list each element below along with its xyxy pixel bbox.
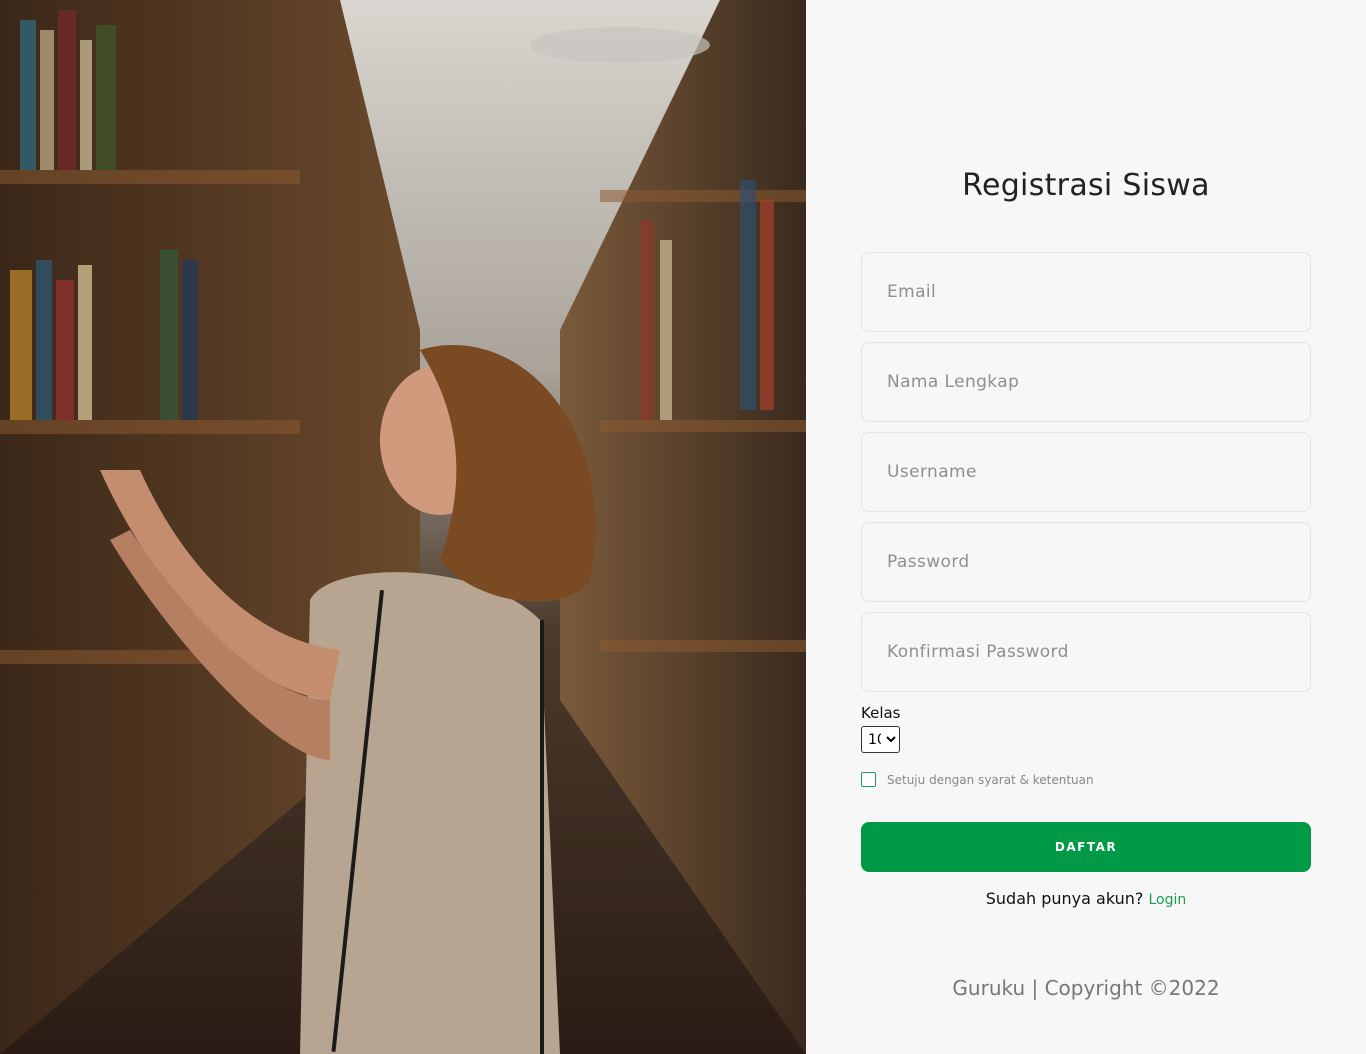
library-photo xyxy=(0,0,806,1054)
password-field[interactable] xyxy=(861,522,1311,602)
terms-checkbox[interactable] xyxy=(861,772,876,787)
login-prompt-line: Sudah punya akun? Login xyxy=(806,889,1366,908)
hero-image xyxy=(0,0,806,1054)
terms-label: Setuju dengan syarat & ketentuan xyxy=(887,773,1094,787)
username-field[interactable] xyxy=(861,432,1311,512)
register-button[interactable]: DAFTAR xyxy=(861,822,1311,872)
email-field[interactable] xyxy=(861,252,1311,332)
kelas-label: Kelas xyxy=(861,704,901,722)
footer-copyright: Guruku | Copyright ©2022 xyxy=(952,976,1220,1000)
registration-panel: Registrasi Siswa Kelas 10 Setuju dengan … xyxy=(806,0,1366,1054)
page-title: Registrasi Siswa xyxy=(962,168,1210,203)
kelas-select[interactable]: 10 xyxy=(861,726,900,753)
login-prompt-text: Sudah punya akun? xyxy=(985,889,1144,908)
confirm-password-field[interactable] xyxy=(861,612,1311,692)
login-link[interactable]: Login xyxy=(1148,892,1186,908)
fullname-field[interactable] xyxy=(861,342,1311,422)
